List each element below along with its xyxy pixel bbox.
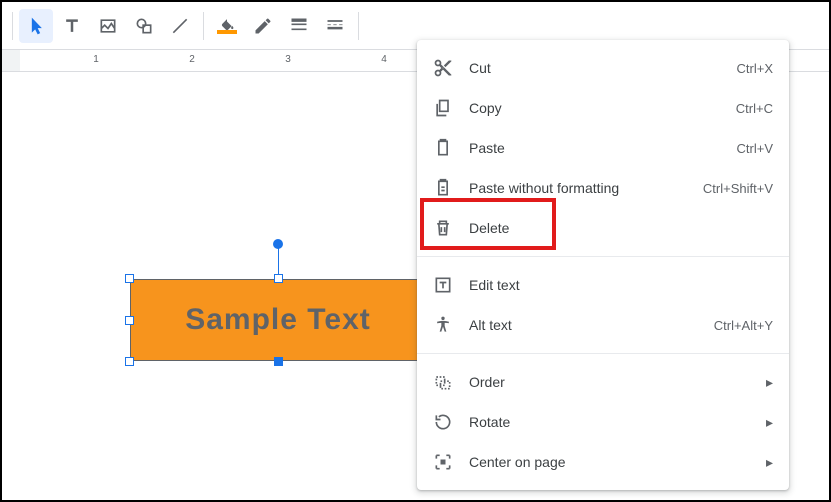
menu-edit-text[interactable]: Edit text [417,265,789,305]
menu-delete[interactable]: Delete [417,208,789,248]
menu-separator [417,256,789,257]
submenu-arrow-icon: ▸ [766,414,773,431]
image-icon [98,16,118,36]
edit-text-icon [433,275,453,295]
rotate-icon [433,412,453,432]
menu-label: Order [469,374,766,390]
line-icon [170,16,190,36]
menu-paste-without-formatting[interactable]: Paste without formatting Ctrl+Shift+V [417,168,789,208]
menu-separator [417,353,789,354]
cut-icon [433,58,453,78]
border-color-tool[interactable] [246,9,280,43]
line-weight-icon [289,16,309,36]
menu-label: Edit text [469,277,773,293]
menu-shortcut: Ctrl+X [737,61,773,76]
menu-label: Rotate [469,414,766,430]
border-weight-tool[interactable] [282,9,316,43]
pencil-icon [253,16,273,36]
submenu-arrow-icon: ▸ [766,454,773,471]
border-dash-tool[interactable] [318,9,352,43]
rotate-connector [278,247,279,274]
ruler-tick: 4 [381,54,387,65]
cursor-icon [26,16,46,36]
paste-icon [433,138,453,158]
center-icon [433,452,453,472]
trash-icon [433,218,453,238]
text-box-shape[interactable]: Sample Text [130,279,426,361]
menu-label: Cut [469,60,737,76]
menu-label: Delete [469,220,773,236]
menu-rotate[interactable]: Rotate ▸ [417,402,789,442]
accessibility-icon [433,315,453,335]
menu-label: Alt text [469,317,714,333]
line-dash-icon [325,16,345,36]
menu-paste[interactable]: Paste Ctrl+V [417,128,789,168]
paste-plain-icon [433,178,453,198]
shape-icon [134,16,154,36]
ruler-tick: 1 [93,54,99,65]
toolbar-separator [12,12,13,40]
menu-label: Paste without formatting [469,180,703,196]
resize-handle-bc[interactable] [274,357,283,366]
shape-tool[interactable] [127,9,161,43]
text-icon [62,16,82,36]
toolbar-separator [358,12,359,40]
resize-handle-tl[interactable] [125,274,134,283]
context-menu: Cut Ctrl+X Copy Ctrl+C Paste Ctrl+V Past… [417,40,789,490]
resize-handle-bl[interactable] [125,357,134,366]
menu-copy[interactable]: Copy Ctrl+C [417,88,789,128]
menu-shortcut: Ctrl+Shift+V [703,181,773,196]
selected-shape[interactable]: Sample Text [130,279,426,361]
rotate-handle[interactable] [273,239,283,249]
menu-center-on-page[interactable]: Center on page ▸ [417,442,789,482]
menu-shortcut: Ctrl+V [737,141,773,156]
select-tool[interactable] [19,9,53,43]
line-tool[interactable] [163,9,197,43]
shape-text: Sample Text [185,303,371,337]
text-tool[interactable] [55,9,89,43]
menu-shortcut: Ctrl+C [736,101,773,116]
ruler-margin-left [2,50,20,71]
menu-order[interactable]: Order ▸ [417,362,789,402]
app-window: 1 2 3 4 Sample Text Cut Ctrl+X [0,0,831,502]
fill-color-swatch [217,30,237,34]
menu-label: Center on page [469,454,766,470]
submenu-arrow-icon: ▸ [766,374,773,391]
ruler-tick: 2 [189,54,195,65]
menu-label: Paste [469,140,737,156]
ruler-tick: 3 [285,54,291,65]
resize-handle-tc[interactable] [274,274,283,283]
fill-color-tool[interactable] [210,9,244,43]
resize-handle-ml[interactable] [125,316,134,325]
menu-alt-text[interactable]: Alt text Ctrl+Alt+Y [417,305,789,345]
order-icon [433,372,453,392]
menu-shortcut: Ctrl+Alt+Y [714,318,773,333]
menu-cut[interactable]: Cut Ctrl+X [417,48,789,88]
menu-label: Copy [469,100,736,116]
image-tool[interactable] [91,9,125,43]
copy-icon [433,98,453,118]
toolbar-separator [203,12,204,40]
